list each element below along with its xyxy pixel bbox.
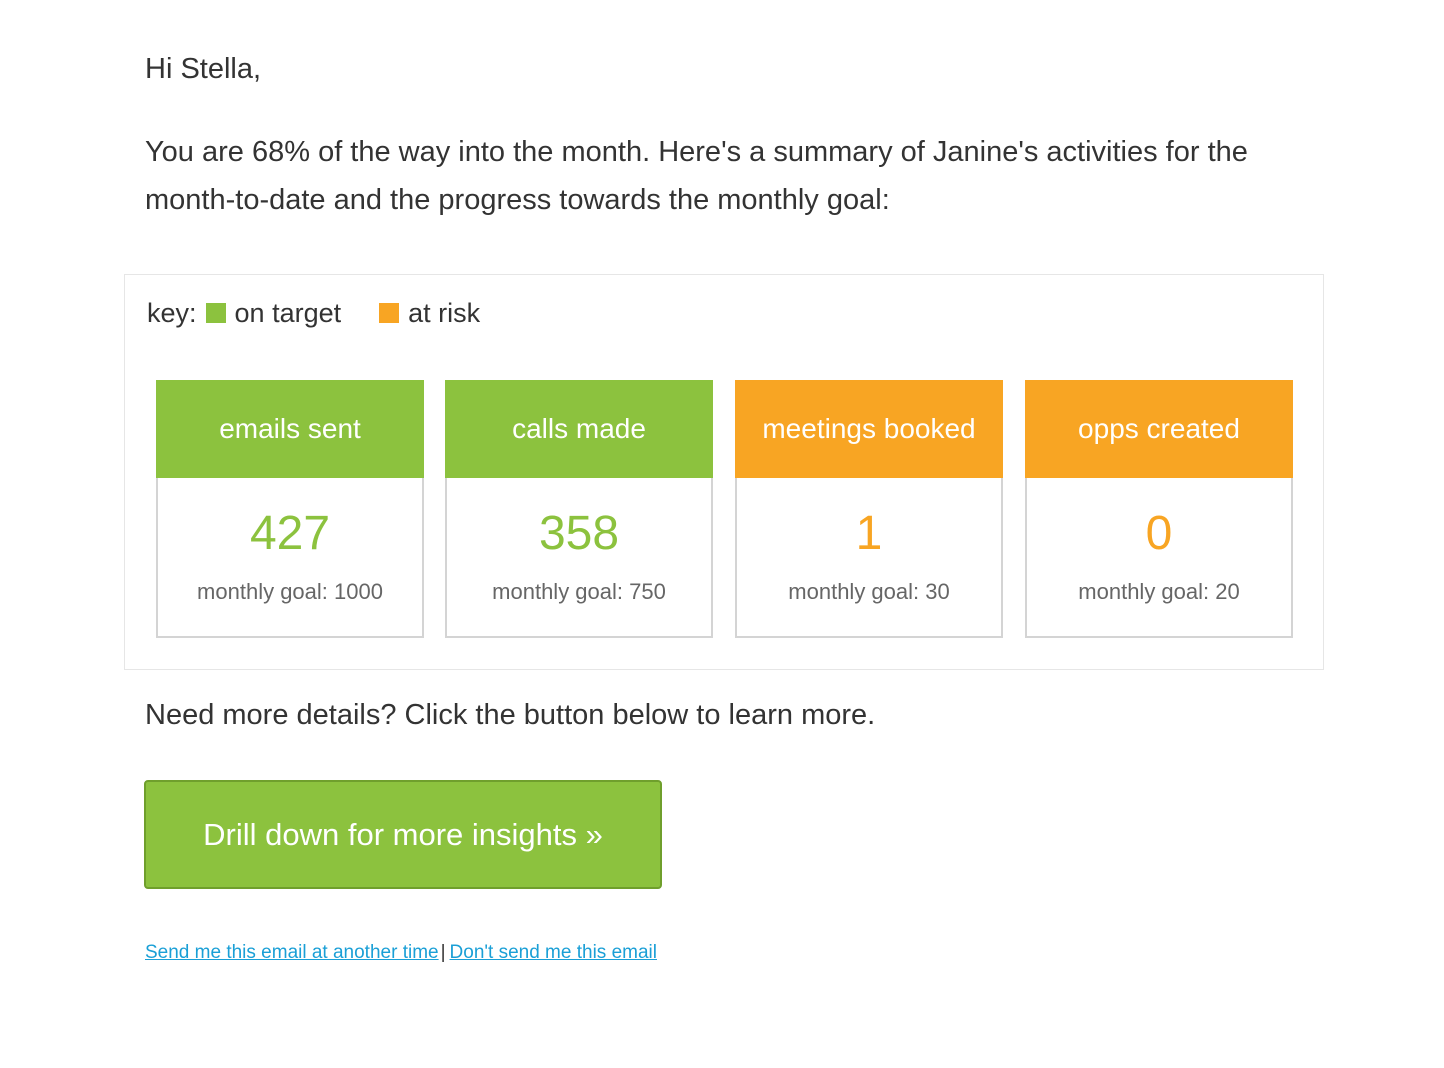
on-target-swatch-icon [205, 303, 226, 323]
unsubscribe-link[interactable]: Don't send me this email [450, 942, 657, 963]
key-item-at-risk: at risk [379, 295, 480, 331]
metric-card-opps-created: opps created 0 monthly goal: 20 [1025, 380, 1293, 638]
card-value: 1 [855, 507, 883, 560]
drill-down-button[interactable]: Drill down for more insights » [144, 780, 662, 889]
card-value: 427 [249, 507, 331, 560]
footer-separator: | [440, 942, 446, 963]
details-text: Need more details? Click the button belo… [145, 699, 876, 731]
card-title: calls made [445, 380, 713, 478]
card-goal: monthly goal: 30 [788, 579, 950, 604]
card-goal: monthly goal: 20 [1078, 579, 1240, 604]
intro-text: You are 68% of the way into the month. H… [145, 136, 1248, 216]
at-risk-swatch-icon [379, 303, 400, 323]
reschedule-email-link[interactable]: Send me this email at another time [145, 942, 439, 963]
card-goal: monthly goal: 1000 [197, 579, 383, 604]
key-label: key: [147, 298, 197, 328]
key-on-target-label: on target [234, 298, 342, 328]
status-key: key: on target at risk [147, 295, 480, 331]
card-goal: monthly goal: 750 [492, 579, 666, 604]
metric-card-calls-made: calls made 358 monthly goal: 750 [445, 380, 713, 638]
card-title: opps created [1025, 380, 1293, 478]
card-title: meetings booked [735, 380, 1003, 478]
card-title: emails sent [156, 380, 424, 478]
footer-links: Send me this email at another time | Don't… [145, 940, 657, 966]
card-value: 0 [1145, 507, 1173, 560]
metric-card-emails-sent: emails sent 427 monthly goal: 1000 [156, 380, 424, 638]
activity-panel: key: on target at risk emails sent 427 m… [124, 274, 1324, 670]
key-item-on-target: on target [205, 295, 342, 331]
greeting: Hi Stella, [145, 53, 262, 85]
card-value: 358 [538, 507, 620, 560]
key-at-risk-label: at risk [408, 298, 481, 328]
metric-card-meetings-booked: meetings booked 1 monthly goal: 30 [735, 380, 1003, 638]
